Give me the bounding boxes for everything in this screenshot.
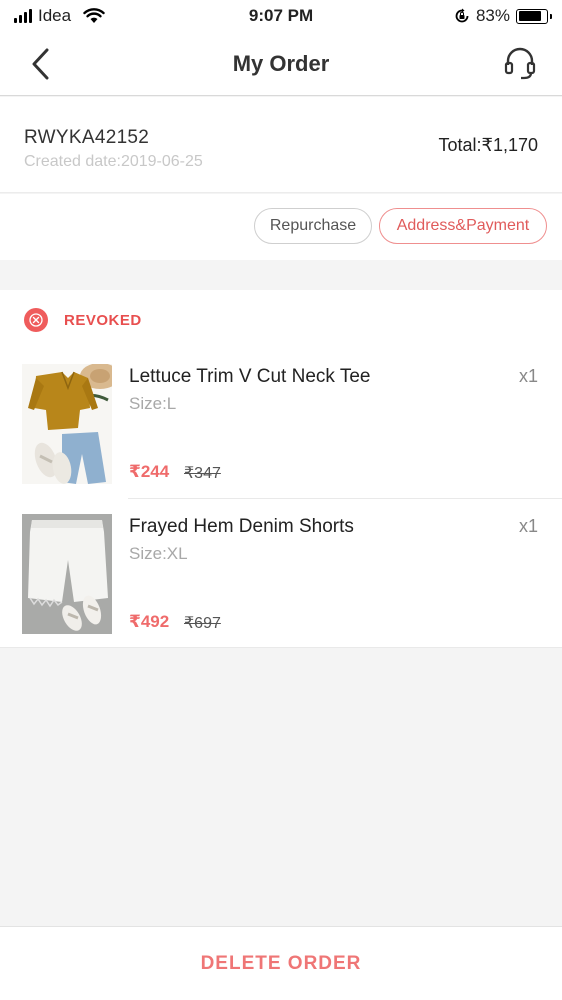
rotation-lock-icon <box>455 8 469 23</box>
back-button[interactable] <box>24 46 58 82</box>
order-created-date: Created date:2019-06-25 <box>24 153 203 170</box>
status-right: 83% <box>368 6 552 26</box>
customer-support-button[interactable] <box>500 44 540 84</box>
page-title: My Order <box>232 50 330 76</box>
product-original-price: ₹697 <box>184 615 221 632</box>
status-badge: REVOKED <box>64 311 142 329</box>
carrier-label: Idea <box>38 6 72 25</box>
order-number: RWYKA42152 <box>24 127 150 148</box>
product-size: Size:XL <box>129 544 188 563</box>
bottom-action-bar: DELETE ORDER <box>0 926 562 1000</box>
status-left: Idea <box>14 6 194 26</box>
product-price: ₹244 <box>129 462 170 481</box>
product-image[interactable] <box>22 514 112 634</box>
battery-percent: 83% <box>475 6 510 25</box>
product-quantity: x1 <box>518 366 538 386</box>
close-circle-icon <box>24 308 48 332</box>
order-items-card: REVOKED Lettuce Trim V Cut Neck Tee x1 S… <box>0 290 562 648</box>
list-item[interactable]: Lettuce Trim V Cut Neck Tee x1 Size:L ₹2… <box>0 350 562 500</box>
order-status: REVOKED <box>24 308 142 332</box>
repurchase-button[interactable]: Repurchase <box>254 208 372 244</box>
address-payment-button[interactable]: Address&Payment <box>379 208 547 244</box>
headset-icon <box>504 47 536 80</box>
product-price: ₹492 <box>129 612 170 631</box>
status-bar: Idea 9:07 PM 83% <box>0 0 562 32</box>
nav-bar: My Order <box>0 32 562 96</box>
order-actions: Repurchase Address&Payment <box>0 194 562 260</box>
order-total: Total:₹1,170 <box>438 135 538 155</box>
order-summary: RWYKA42152 Created date:2019-06-25 Total… <box>0 97 562 193</box>
product-name[interactable]: Lettuce Trim V Cut Neck Tee <box>129 366 370 388</box>
product-name[interactable]: Frayed Hem Denim Shorts <box>129 516 354 538</box>
chevron-left-icon <box>32 48 49 80</box>
wifi-icon <box>83 8 105 23</box>
divider <box>128 498 562 499</box>
product-image[interactable] <box>22 364 112 484</box>
signal-icon <box>14 9 32 23</box>
product-quantity: x1 <box>518 516 538 536</box>
battery-icon <box>516 8 552 24</box>
product-size: Size:L <box>129 394 177 413</box>
product-original-price: ₹347 <box>184 465 221 482</box>
delete-order-button[interactable]: DELETE ORDER <box>201 953 362 975</box>
list-item[interactable]: Frayed Hem Denim Shorts x1 Size:XL ₹492 … <box>0 500 562 650</box>
clock: 9:07 PM <box>248 6 314 25</box>
